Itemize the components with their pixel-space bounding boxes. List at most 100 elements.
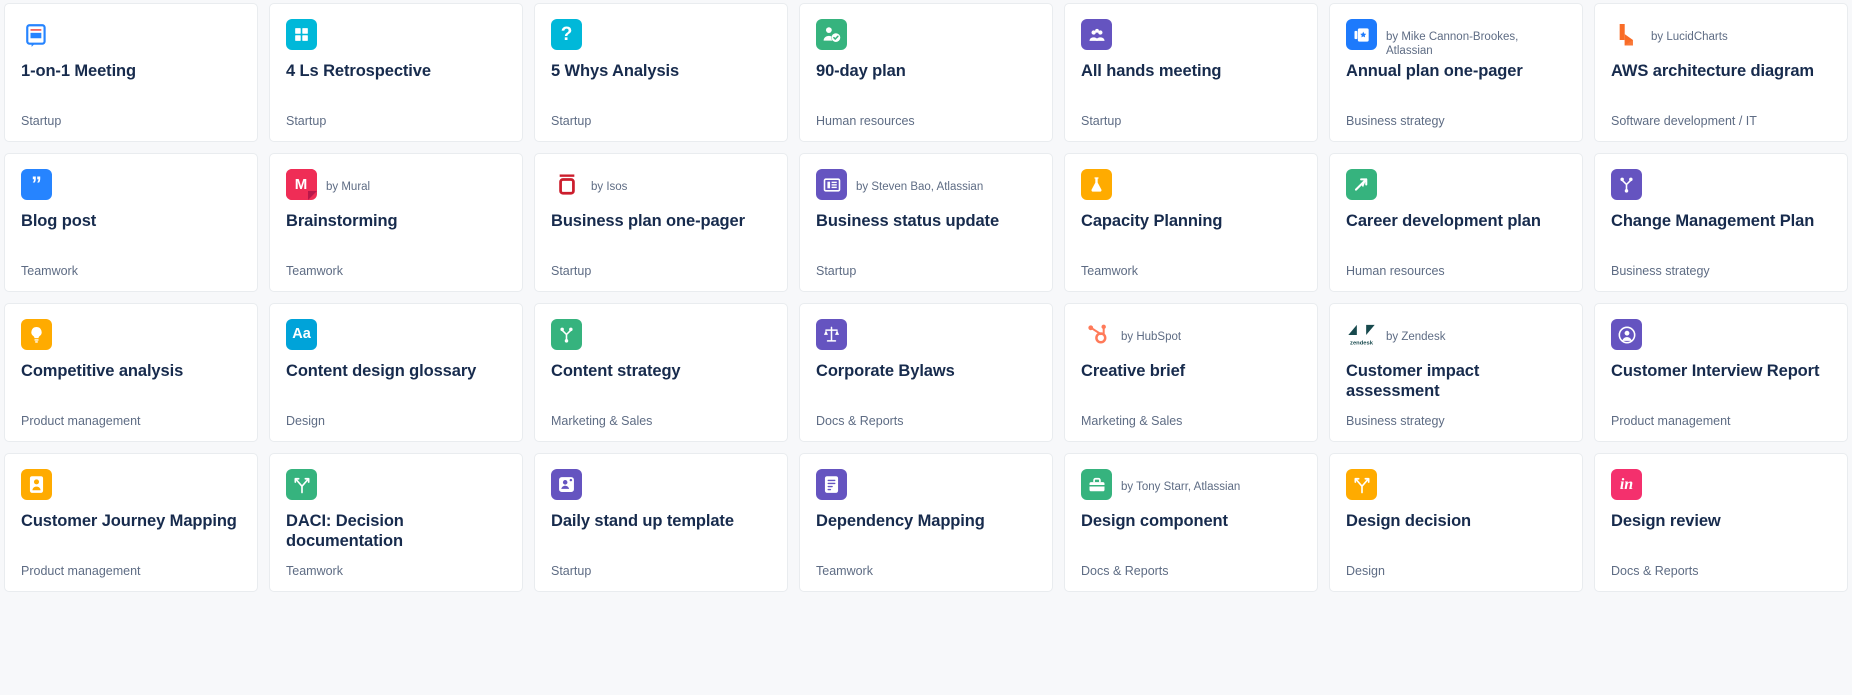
card-header bbox=[1346, 169, 1566, 203]
template-card[interactable]: DACI: Decision documentation Teamwork bbox=[269, 453, 523, 592]
card-title: Career development plan bbox=[1346, 212, 1541, 230]
card-category: Business strategy bbox=[1346, 114, 1445, 128]
card-header bbox=[551, 319, 771, 353]
template-card[interactable]: 90-day plan Human resources bbox=[799, 3, 1053, 142]
card-header bbox=[21, 469, 241, 503]
card-title: Annual plan one-pager bbox=[1346, 62, 1523, 80]
card-title: 5 Whys Analysis bbox=[551, 62, 680, 80]
card-header bbox=[551, 469, 771, 503]
person-circle-icon bbox=[1611, 319, 1642, 350]
card-category: Human resources bbox=[816, 114, 915, 128]
card-category: Startup bbox=[21, 114, 62, 128]
template-card[interactable]: zendesk by Zendesk Customer impact assessm… bbox=[1329, 303, 1583, 442]
card-title: 4 Ls Retrospective bbox=[286, 62, 431, 80]
card-title: Business status update bbox=[816, 212, 1000, 230]
card-category: Product management bbox=[21, 414, 141, 428]
card-header: Mby Mural bbox=[286, 169, 506, 203]
card-category: Docs & Reports bbox=[816, 414, 904, 428]
card-header bbox=[286, 19, 506, 53]
card-title: DACI: Decision documentation bbox=[286, 512, 404, 551]
card-title: Business plan one-pager bbox=[551, 212, 745, 230]
template-card[interactable]: Corporate Bylaws Docs & Reports bbox=[799, 303, 1053, 442]
template-card[interactable]: Content strategy Marketing & Sales bbox=[534, 303, 788, 442]
card-category: Startup bbox=[816, 264, 857, 278]
grid-squares-icon bbox=[286, 19, 317, 50]
growth-arrow-icon bbox=[1346, 169, 1377, 200]
card-category: Design bbox=[286, 414, 325, 428]
card-header bbox=[1611, 169, 1831, 203]
template-card[interactable]: by HubSpot Creative brief Marketing & Sale… bbox=[1064, 303, 1318, 442]
card-header: by LucidCharts bbox=[1611, 19, 1831, 53]
template-card[interactable]: ? 5 Whys Analysis Startup bbox=[534, 3, 788, 142]
branch-fork-icon bbox=[1611, 169, 1642, 200]
template-card[interactable]: ” Blog post Teamwork bbox=[4, 153, 258, 292]
template-gallery-grid: 1-on-1 Meeting Startup 4 Ls Retrospective S… bbox=[0, 0, 1852, 595]
card-category: Startup bbox=[286, 114, 327, 128]
template-card[interactable]: by Steven Bao, Atlassian Business status … bbox=[799, 153, 1053, 292]
template-card[interactable]: by Isos Business plan one-pager Startup bbox=[534, 153, 788, 292]
one-on-one-meeting-icon bbox=[21, 19, 52, 50]
template-card[interactable]: Change Management Plan Business strategy bbox=[1594, 153, 1848, 292]
card-title: Dependency Mapping bbox=[816, 512, 985, 530]
card-category: Docs & Reports bbox=[1611, 564, 1699, 578]
card-header bbox=[1081, 169, 1301, 203]
card-title: Customer Journey Mapping bbox=[21, 512, 237, 530]
branch-fork-icon bbox=[551, 319, 582, 350]
template-card[interactable]: by LucidCharts AWS architecture diagram So… bbox=[1594, 3, 1848, 142]
person-check-icon bbox=[816, 19, 847, 50]
document-lines-icon bbox=[816, 469, 847, 500]
card-title: All hands meeting bbox=[1081, 62, 1222, 80]
card-title: Creative brief bbox=[1081, 362, 1186, 380]
flask-icon bbox=[1081, 169, 1112, 200]
card-author: by Tony Starr, Atlassian bbox=[1121, 481, 1241, 493]
card-author: by LucidCharts bbox=[1651, 31, 1728, 43]
lightbulb-icon bbox=[21, 319, 52, 350]
template-card[interactable]: by Mike Cannon-Brookes, Atlassian Annual … bbox=[1329, 3, 1583, 142]
card-category: Startup bbox=[551, 264, 592, 278]
card-category: Business strategy bbox=[1346, 414, 1445, 428]
template-card[interactable]: Capacity Planning Teamwork bbox=[1064, 153, 1318, 292]
card-header: by Isos bbox=[551, 169, 771, 203]
template-card[interactable]: in Design review Docs & Reports bbox=[1594, 453, 1848, 592]
card-header bbox=[1611, 319, 1831, 353]
card-author: by Mural bbox=[326, 181, 371, 193]
template-card[interactable]: by Tony Starr, Atlassian Design component… bbox=[1064, 453, 1318, 592]
hubspot-logo-icon bbox=[1081, 319, 1112, 350]
template-card[interactable]: Mby Mural Brainstorming Teamwork bbox=[269, 153, 523, 292]
template-card[interactable]: 4 Ls Retrospective Startup bbox=[269, 3, 523, 142]
card-header: ” bbox=[21, 169, 241, 203]
people-group-icon bbox=[1081, 19, 1112, 50]
card-header bbox=[1346, 469, 1566, 503]
template-card[interactable]: Customer Interview Report Product managem… bbox=[1594, 303, 1848, 442]
template-card[interactable]: Dependency Mapping Teamwork bbox=[799, 453, 1053, 592]
decision-fork-icon bbox=[1346, 469, 1377, 500]
template-card[interactable]: All hands meeting Startup bbox=[1064, 3, 1318, 142]
mural-logo-icon: M bbox=[286, 169, 317, 200]
template-card[interactable]: Competitive analysis Product management bbox=[4, 303, 258, 442]
invision-logo-icon: in bbox=[1611, 469, 1642, 500]
template-card[interactable]: Career development plan Human resources bbox=[1329, 153, 1583, 292]
card-category: Marketing & Sales bbox=[551, 414, 653, 428]
template-card[interactable]: Aa Content design glossary Design bbox=[269, 303, 523, 442]
question-mark-icon: ? bbox=[551, 19, 582, 50]
template-card[interactable]: 1-on-1 Meeting Startup bbox=[4, 3, 258, 142]
card-header bbox=[21, 19, 241, 53]
card-category: Human resources bbox=[1346, 264, 1445, 278]
card-header: in bbox=[1611, 469, 1831, 503]
card-header: by Tony Starr, Atlassian bbox=[1081, 469, 1301, 503]
card-category: Teamwork bbox=[286, 564, 343, 578]
card-category: Product management bbox=[1611, 414, 1731, 428]
card-category: Teamwork bbox=[816, 564, 873, 578]
template-card[interactable]: Customer Journey Mapping Product manageme… bbox=[4, 453, 258, 592]
card-title: Design component bbox=[1081, 512, 1228, 530]
card-author: by HubSpot bbox=[1121, 331, 1182, 343]
card-title: Design decision bbox=[1346, 512, 1472, 530]
toolbox-icon bbox=[1081, 469, 1112, 500]
template-card[interactable]: Design decision Design bbox=[1329, 453, 1583, 592]
card-category: Business strategy bbox=[1611, 264, 1710, 278]
svg-text:M: M bbox=[295, 176, 308, 193]
card-header: ? bbox=[551, 19, 771, 53]
card-category: Software development / IT bbox=[1611, 114, 1757, 128]
template-card[interactable]: Daily stand up template Startup bbox=[534, 453, 788, 592]
card-header bbox=[816, 19, 1036, 53]
